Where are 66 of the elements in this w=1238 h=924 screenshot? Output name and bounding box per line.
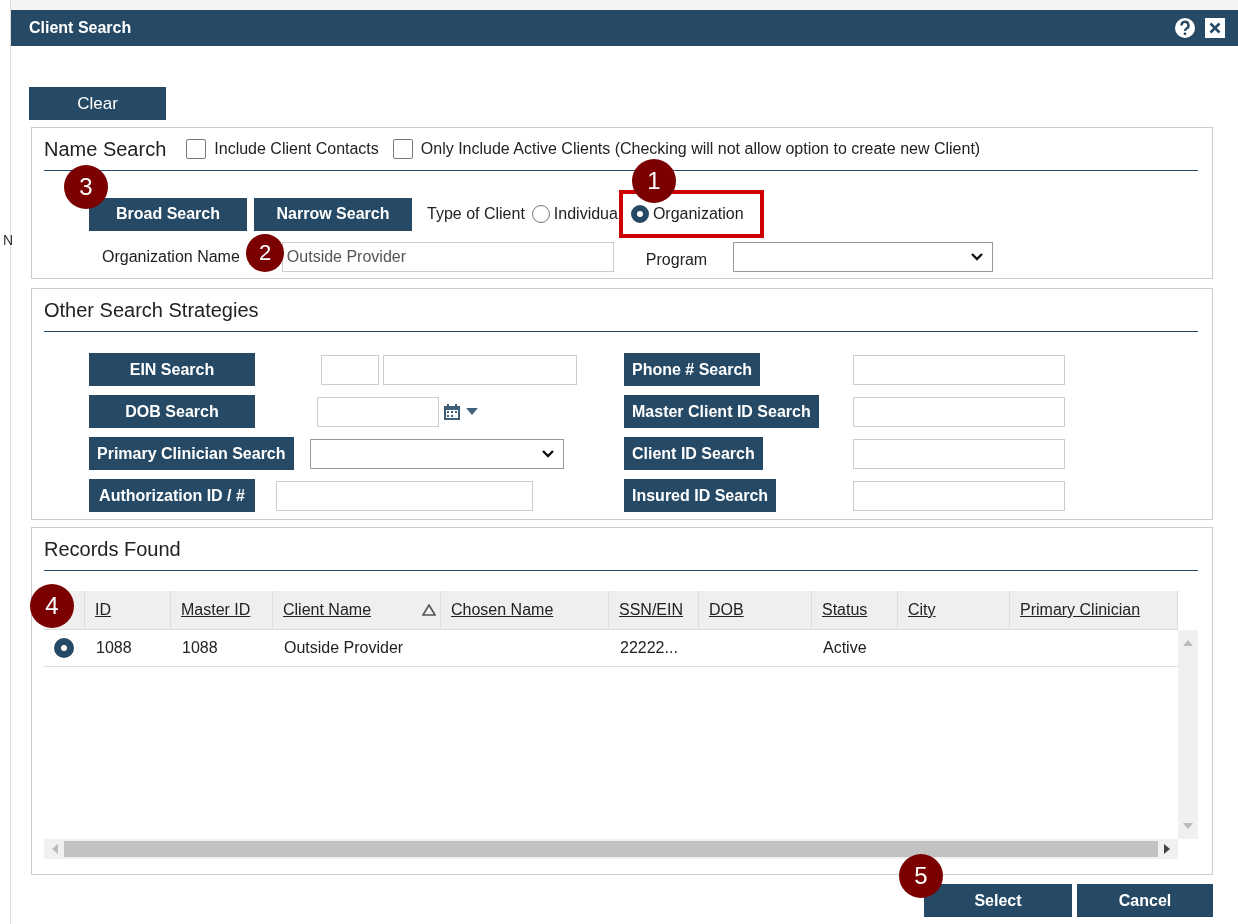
date-field[interactable] (317, 396, 439, 427)
checkbox[interactable] (392, 139, 413, 159)
calendar-icon[interactable] (443, 402, 461, 421)
background-text: N (3, 232, 14, 248)
checkbox-label: Only Include Active Clients (Checking will not allow option to create new Client) (420, 140, 981, 158)
column-header[interactable]: DOB (699, 591, 812, 629)
search-button[interactable]: Narrow Search (254, 197, 412, 231)
row-radio[interactable] (54, 638, 74, 658)
column-header[interactable]: Client Name (273, 591, 441, 629)
column-header[interactable]: ID (85, 591, 171, 629)
search-button[interactable]: Client ID Search (624, 437, 763, 470)
search-button[interactable]: Master Client ID Search (624, 395, 819, 428)
checkbox[interactable] (186, 139, 207, 159)
column-header[interactable]: Master ID (171, 591, 273, 629)
column-header[interactable]: Chosen Name (441, 591, 609, 629)
table-cell: Outside Provider (284, 639, 404, 657)
chevron-icon[interactable] (970, 252, 985, 262)
horizontal-scrollbar[interactable] (44, 839, 1178, 859)
dialog-button[interactable]: Select (924, 884, 1072, 917)
input-field[interactable] (853, 480, 1065, 511)
field-label: Organization Name (102, 248, 240, 266)
column-header[interactable]: Status (812, 591, 898, 629)
radio-label: Individua (553, 205, 618, 223)
search-button[interactable]: EIN Search (89, 353, 255, 386)
input-field[interactable] (853, 396, 1065, 427)
help-icon[interactable] (1174, 17, 1196, 39)
search-button[interactable]: DOB Search (89, 395, 255, 428)
window-title: Client Search (29, 19, 132, 37)
column-header[interactable]: Primary Clinician (1010, 591, 1178, 629)
input-field[interactable] (276, 480, 533, 511)
column-header[interactable]: City (898, 591, 1010, 629)
scroll-down-icon[interactable] (1183, 823, 1193, 829)
type-label: Type of Client (427, 205, 525, 223)
input-field[interactable] (383, 354, 577, 385)
table-cell: 1088 (96, 639, 132, 657)
radio-label: Organization (652, 205, 744, 223)
search-button[interactable]: Authorization ID / # (89, 479, 255, 512)
field-label: Program (645, 251, 708, 269)
search-button[interactable]: Insured ID Search (624, 479, 777, 512)
search-button[interactable]: Primary Clinician Search (89, 437, 294, 470)
input-field[interactable] (321, 354, 379, 385)
caret-icon[interactable] (466, 408, 478, 415)
input-field[interactable]: Outside Provider (281, 242, 614, 272)
chevron-icon[interactable] (540, 448, 555, 459)
table-cell: 22222... (620, 639, 678, 657)
input-field[interactable] (853, 438, 1065, 469)
scroll-up-icon[interactable] (1183, 640, 1193, 646)
scroll-right-icon[interactable] (1164, 844, 1170, 854)
column-header[interactable]: SSN/EIN (609, 591, 699, 629)
radio-button[interactable] (630, 205, 649, 223)
table-cell: Active (823, 639, 867, 657)
scroll-left-icon[interactable] (52, 844, 58, 854)
vertical-scrollbar[interactable] (1178, 630, 1198, 839)
radio-button[interactable] (531, 205, 550, 223)
section-title: Name Search (44, 137, 167, 161)
search-button[interactable]: Phone # Search (624, 353, 761, 386)
section-title: Other Search Strategies (44, 298, 259, 322)
section-title: Records Found (44, 537, 181, 561)
clear-button[interactable]: Clear (29, 87, 166, 120)
search-button[interactable]: Broad Search (89, 197, 247, 231)
table-cell: 1088 (182, 639, 218, 657)
sort-icon[interactable] (422, 604, 436, 616)
dialog-button[interactable]: Cancel (1077, 884, 1213, 917)
checkbox-label: Include Client Contacts (214, 140, 379, 158)
close-icon[interactable] (1204, 17, 1226, 39)
input-field[interactable] (853, 354, 1065, 385)
